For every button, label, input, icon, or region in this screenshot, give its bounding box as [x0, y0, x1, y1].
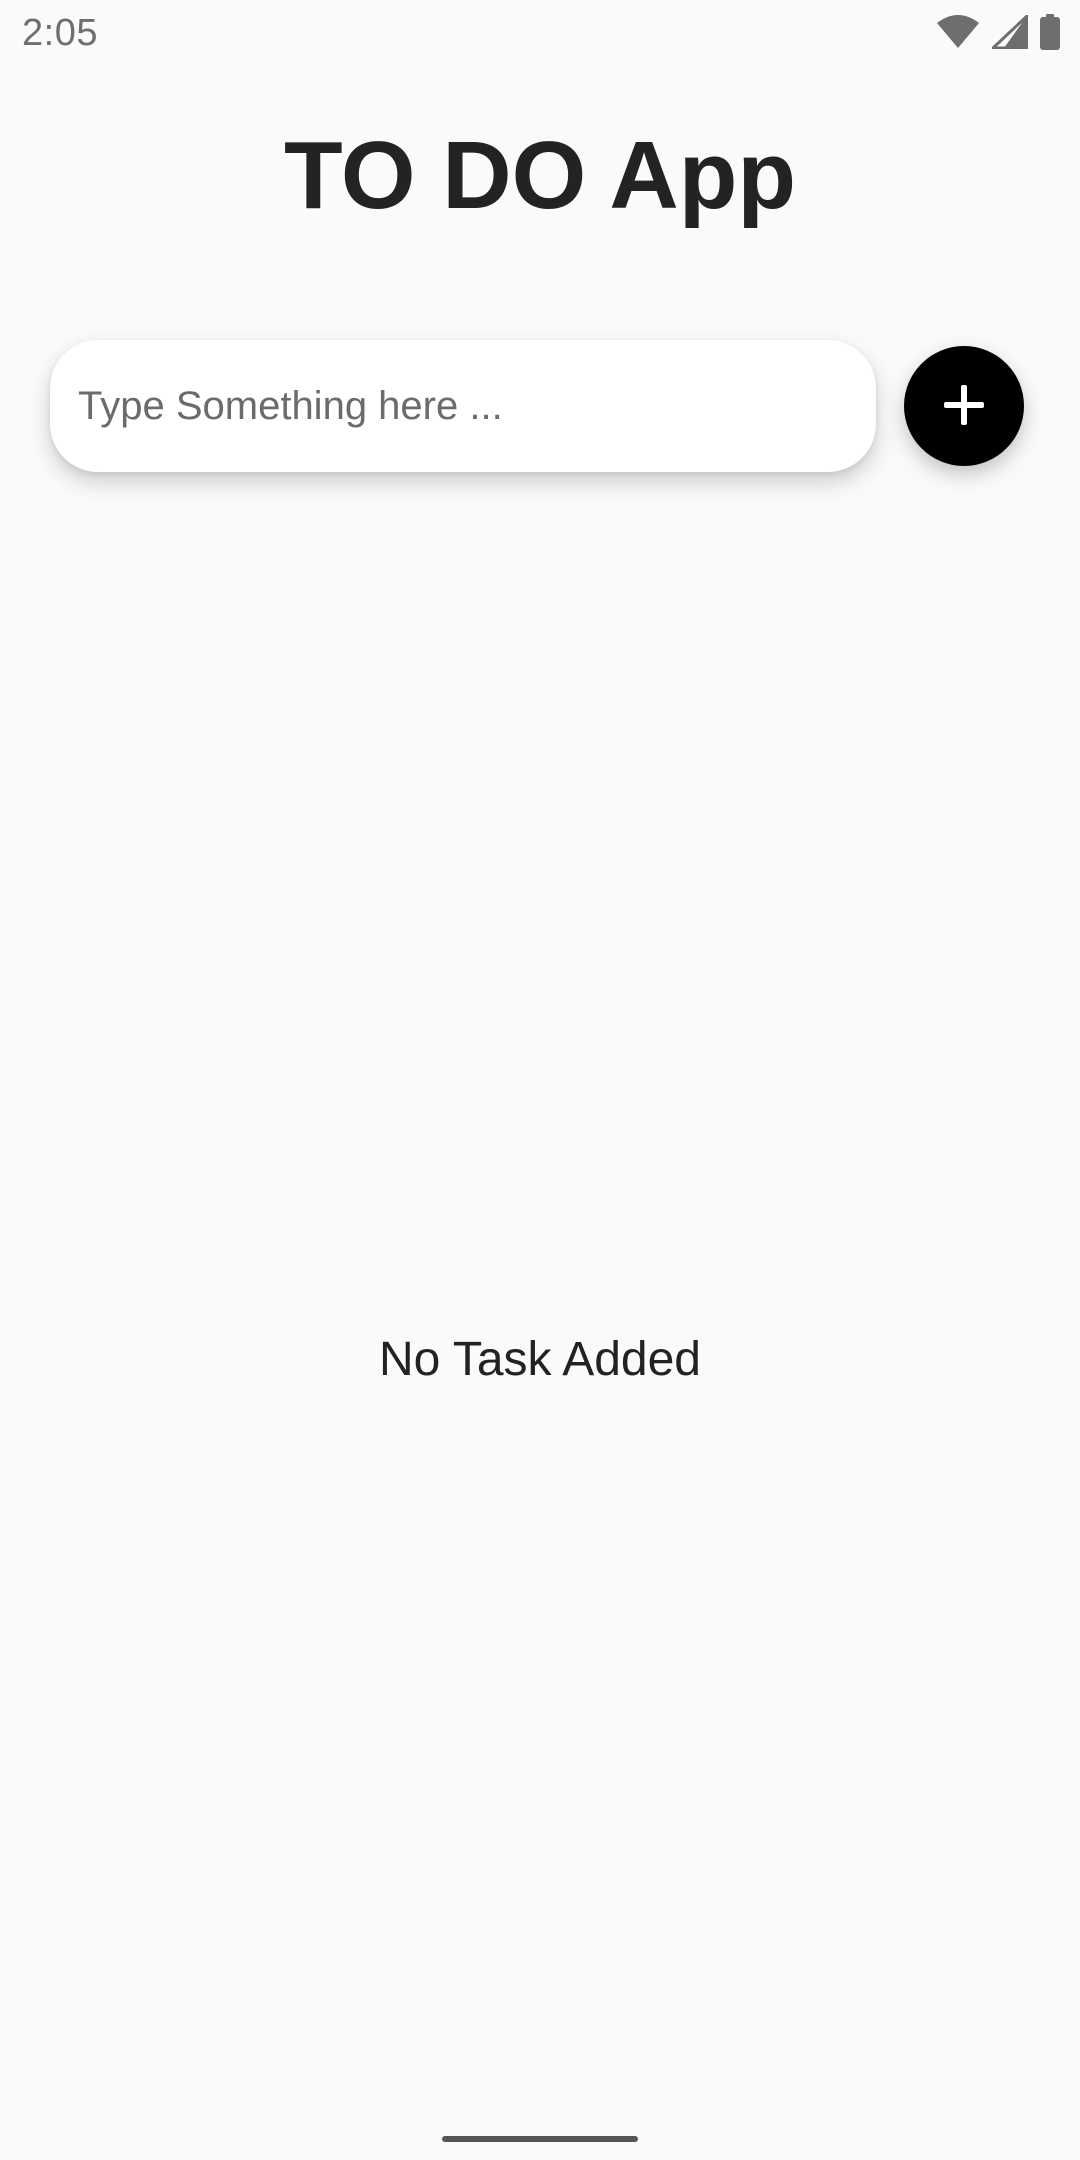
wifi-icon	[936, 15, 980, 49]
battery-icon	[1040, 14, 1060, 50]
cellular-signal-icon	[992, 15, 1028, 49]
status-icons	[936, 14, 1060, 50]
task-input-row	[50, 340, 1030, 472]
navigation-gesture-handle[interactable]	[442, 2136, 638, 2142]
status-bar: 2:05	[0, 0, 1080, 66]
add-task-button[interactable]	[904, 346, 1024, 466]
task-input-container[interactable]	[50, 340, 876, 472]
page-title: TO DO App	[284, 122, 796, 229]
task-input[interactable]	[78, 340, 838, 472]
empty-task-message: No Task Added	[378, 1333, 701, 1386]
status-time: 2:05	[22, 12, 98, 54]
plus-icon	[942, 383, 986, 430]
